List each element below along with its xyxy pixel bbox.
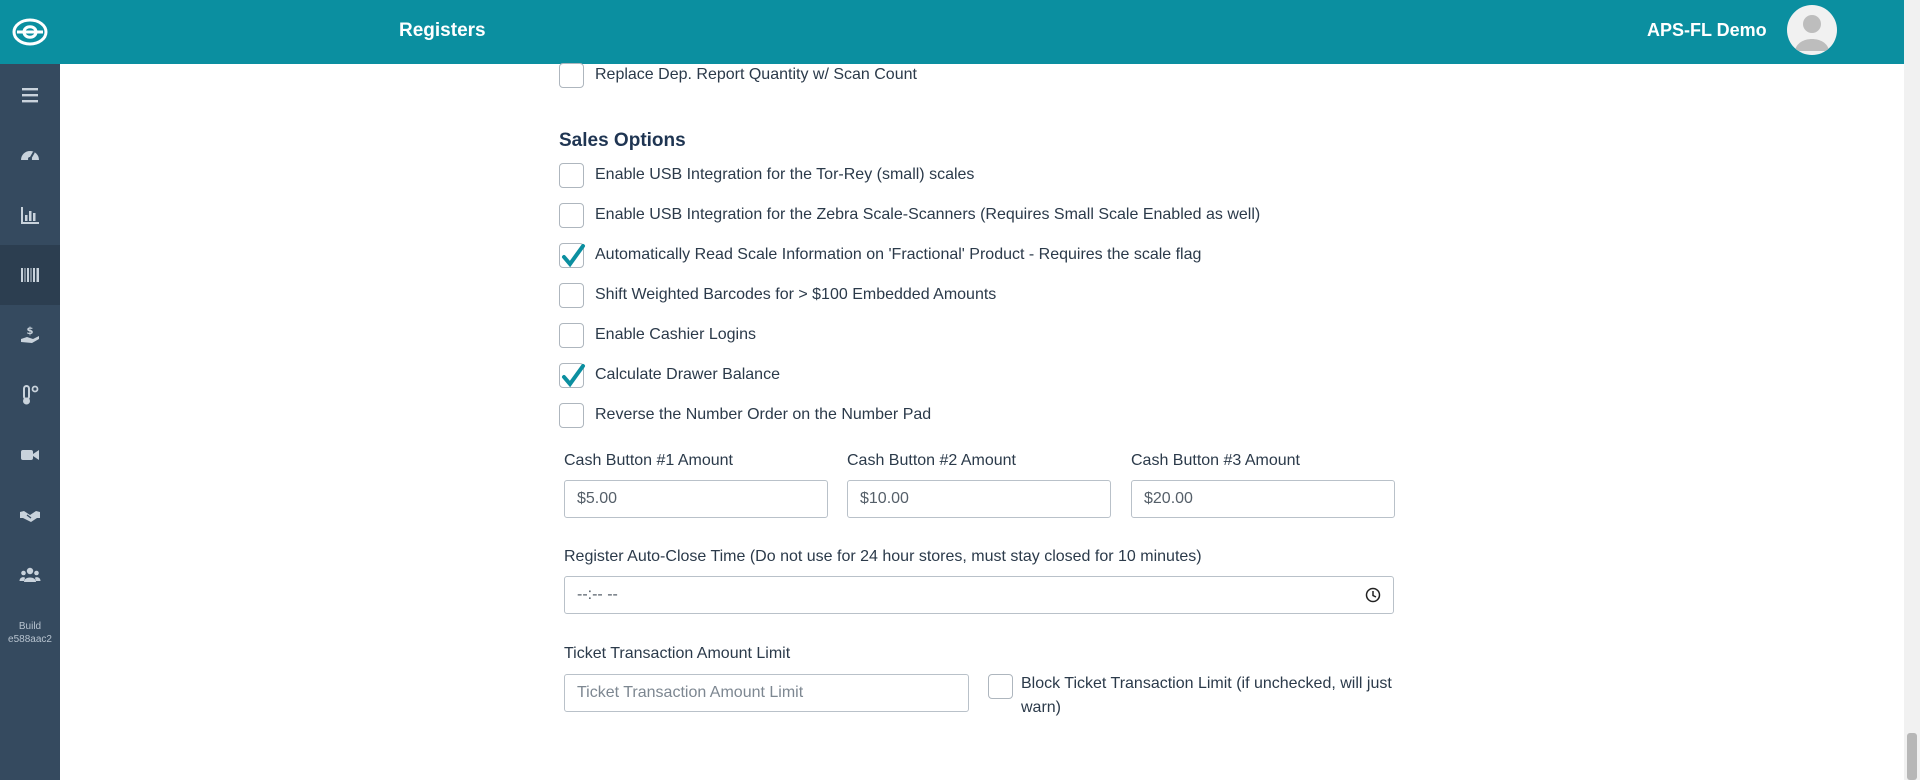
handshake-icon [20, 511, 40, 522]
checkbox-label: Enable USB Integration for the Tor-Rey (… [595, 166, 975, 183]
dashboard-gauge-icon [21, 151, 39, 161]
block-ticket-limit-checkbox[interactable] [988, 674, 1013, 699]
bar-chart-icon [21, 207, 39, 224]
section-title-sales-options: Sales Options [559, 130, 686, 151]
svg-text:$: $ [27, 326, 34, 337]
top-header: Registers APS-FL Demo [60, 0, 1904, 64]
replace-dep-report-checkbox[interactable]: Replace Dep. Report Quantity w/ Scan Cou… [559, 62, 917, 88]
checkbox-box[interactable] [559, 362, 585, 388]
sidebar-item-temperature[interactable] [0, 365, 60, 425]
reverse-number-pad-checkbox[interactable]: Reverse the Number Order on the Number P… [559, 402, 931, 428]
menu-icon [22, 88, 38, 103]
page-scrollbar[interactable] [1904, 0, 1920, 780]
cash-button-2-input[interactable] [847, 480, 1111, 518]
sidebar-item-reports[interactable] [0, 185, 60, 245]
build-info: Build e588aac2 [0, 620, 60, 646]
cash-button-1-input[interactable] [564, 480, 828, 518]
checkbox-box[interactable] [559, 282, 584, 308]
shift-weighted-barcodes-checkbox[interactable]: Shift Weighted Barcodes for > $100 Embed… [559, 282, 996, 308]
users-icon [19, 567, 41, 582]
block-ticket-limit-label: Block Ticket Transaction Limit (if unche… [1021, 675, 1392, 716]
cash-button-1-label: Cash Button #1 Amount [564, 452, 733, 469]
sidebar-item-menu[interactable] [0, 65, 60, 125]
video-camera-icon [21, 450, 39, 460]
checkbox-label: Automatically Read Scale Information on … [595, 246, 1202, 263]
hand-money-icon: $ [21, 326, 39, 343]
auto-read-scale-checkbox[interactable]: Automatically Read Scale Information on … [559, 242, 1201, 268]
checkbox-box[interactable] [559, 402, 584, 428]
calculate-drawer-balance-checkbox[interactable]: Calculate Drawer Balance [559, 362, 780, 388]
checkbox-box[interactable] [559, 322, 584, 348]
checkbox-box[interactable] [559, 162, 584, 188]
sidebar-item-dashboard[interactable] [0, 125, 60, 185]
ticket-limit-input[interactable] [564, 674, 969, 712]
barcode-icon [21, 268, 39, 282]
auto-close-time-input[interactable]: --:-- -- [564, 576, 1394, 614]
sidebar-item-registers[interactable] [0, 245, 60, 305]
checkmark-icon [562, 243, 585, 267]
checkbox-label: Reverse the Number Order on the Number P… [595, 406, 932, 423]
user-avatar-icon [1795, 15, 1829, 51]
usb-zebra-scanners-checkbox[interactable]: Enable USB Integration for the Zebra Sca… [559, 202, 1260, 228]
time-value: --:-- -- [577, 586, 618, 603]
checkbox-label: Enable USB Integration for the Zebra Sca… [595, 206, 1261, 223]
cash-button-3-label: Cash Button #3 Amount [1131, 452, 1300, 469]
sidebar: $ Build e588aac2 [0, 0, 60, 780]
cash-button-3-input[interactable] [1131, 480, 1395, 518]
checkbox-box[interactable] [559, 62, 584, 88]
sidebar-item-video[interactable] [0, 425, 60, 485]
user-name[interactable]: APS-FL Demo [1647, 20, 1767, 41]
checkbox-label: Enable Cashier Logins [595, 326, 756, 343]
checkbox-box[interactable] [559, 202, 584, 228]
clock-icon[interactable] [1365, 587, 1381, 603]
ticket-limit-label: Ticket Transaction Amount Limit [564, 645, 791, 662]
register-settings-form: Replace Dep. Report Quantity w/ Scan Cou… [60, 62, 1904, 780]
cash-button-2-label: Cash Button #2 Amount [847, 452, 1016, 469]
app-logo[interactable] [0, 0, 60, 64]
checkmark-icon [562, 363, 585, 387]
avatar[interactable] [1787, 5, 1837, 55]
sidebar-item-partners[interactable] [0, 485, 60, 545]
build-id: e588aac2 [8, 634, 52, 645]
scrollbar-thumb[interactable] [1907, 733, 1917, 780]
sidebar-item-users[interactable] [0, 545, 60, 605]
sidebar-item-payments[interactable]: $ [0, 305, 60, 365]
logo-icon [12, 18, 48, 46]
checkbox-label: Calculate Drawer Balance [595, 366, 780, 383]
checkbox-box[interactable] [559, 242, 585, 268]
checkbox-label: Shift Weighted Barcodes for > $100 Embed… [595, 286, 997, 303]
usb-torrey-scales-checkbox[interactable]: Enable USB Integration for the Tor-Rey (… [559, 162, 974, 188]
page-title: Registers [399, 20, 486, 41]
thermometer-icon [23, 385, 39, 405]
enable-cashier-logins-checkbox[interactable]: Enable Cashier Logins [559, 322, 756, 348]
checkbox-label: Replace Dep. Report Quantity w/ Scan Cou… [595, 66, 917, 83]
build-label: Build [18, 621, 42, 632]
auto-close-time-label: Register Auto-Close Time (Do not use for… [564, 548, 1202, 565]
